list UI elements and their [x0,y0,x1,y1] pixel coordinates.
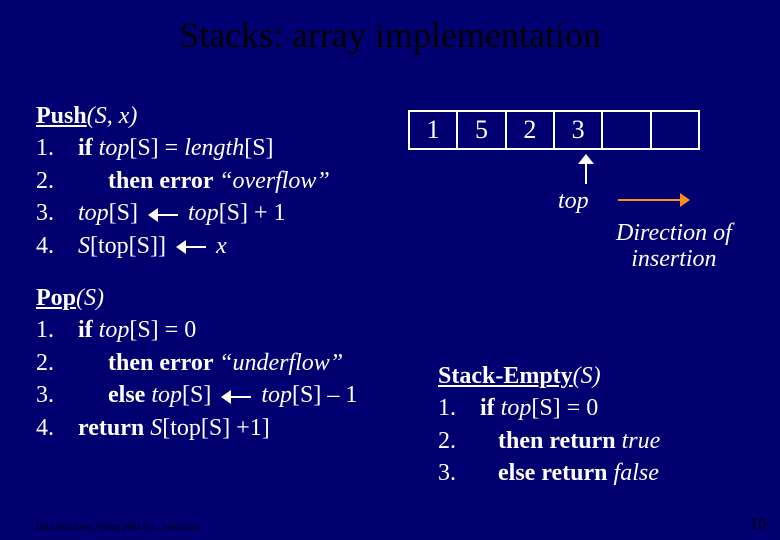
stack-empty-name: Stack-Empty [438,363,573,389]
push-name: Push [36,103,87,129]
array-cell: 3 [555,112,603,148]
arrow-left-icon [176,240,206,254]
array-cell [652,112,698,148]
arrow-left-icon [148,208,178,222]
array-diagram: 1 5 2 3 top Direction of insertion [408,110,748,150]
arrow-left-icon [221,390,251,404]
slide-title: Stacks: array implementation [0,0,780,66]
direction-label: Direction of insertion [616,220,732,273]
stack-empty-algorithm: Stack-Empty(S) 1. if top[S] = 0 2. then … [438,360,660,490]
stack-array: 1 5 2 3 [408,110,700,150]
page-number: 10 [750,516,766,534]
array-cell: 5 [458,112,506,148]
pop-name: Pop [36,285,76,311]
array-cell: 2 [507,112,555,148]
footer-text: Data Structures, Spring 2004 © L. Joskow… [36,522,199,532]
array-cell: 1 [410,112,458,148]
arrow-up-icon [576,154,596,184]
arrow-right-icon [618,193,690,207]
array-cell [603,112,651,148]
top-pointer-label: top [558,188,589,215]
